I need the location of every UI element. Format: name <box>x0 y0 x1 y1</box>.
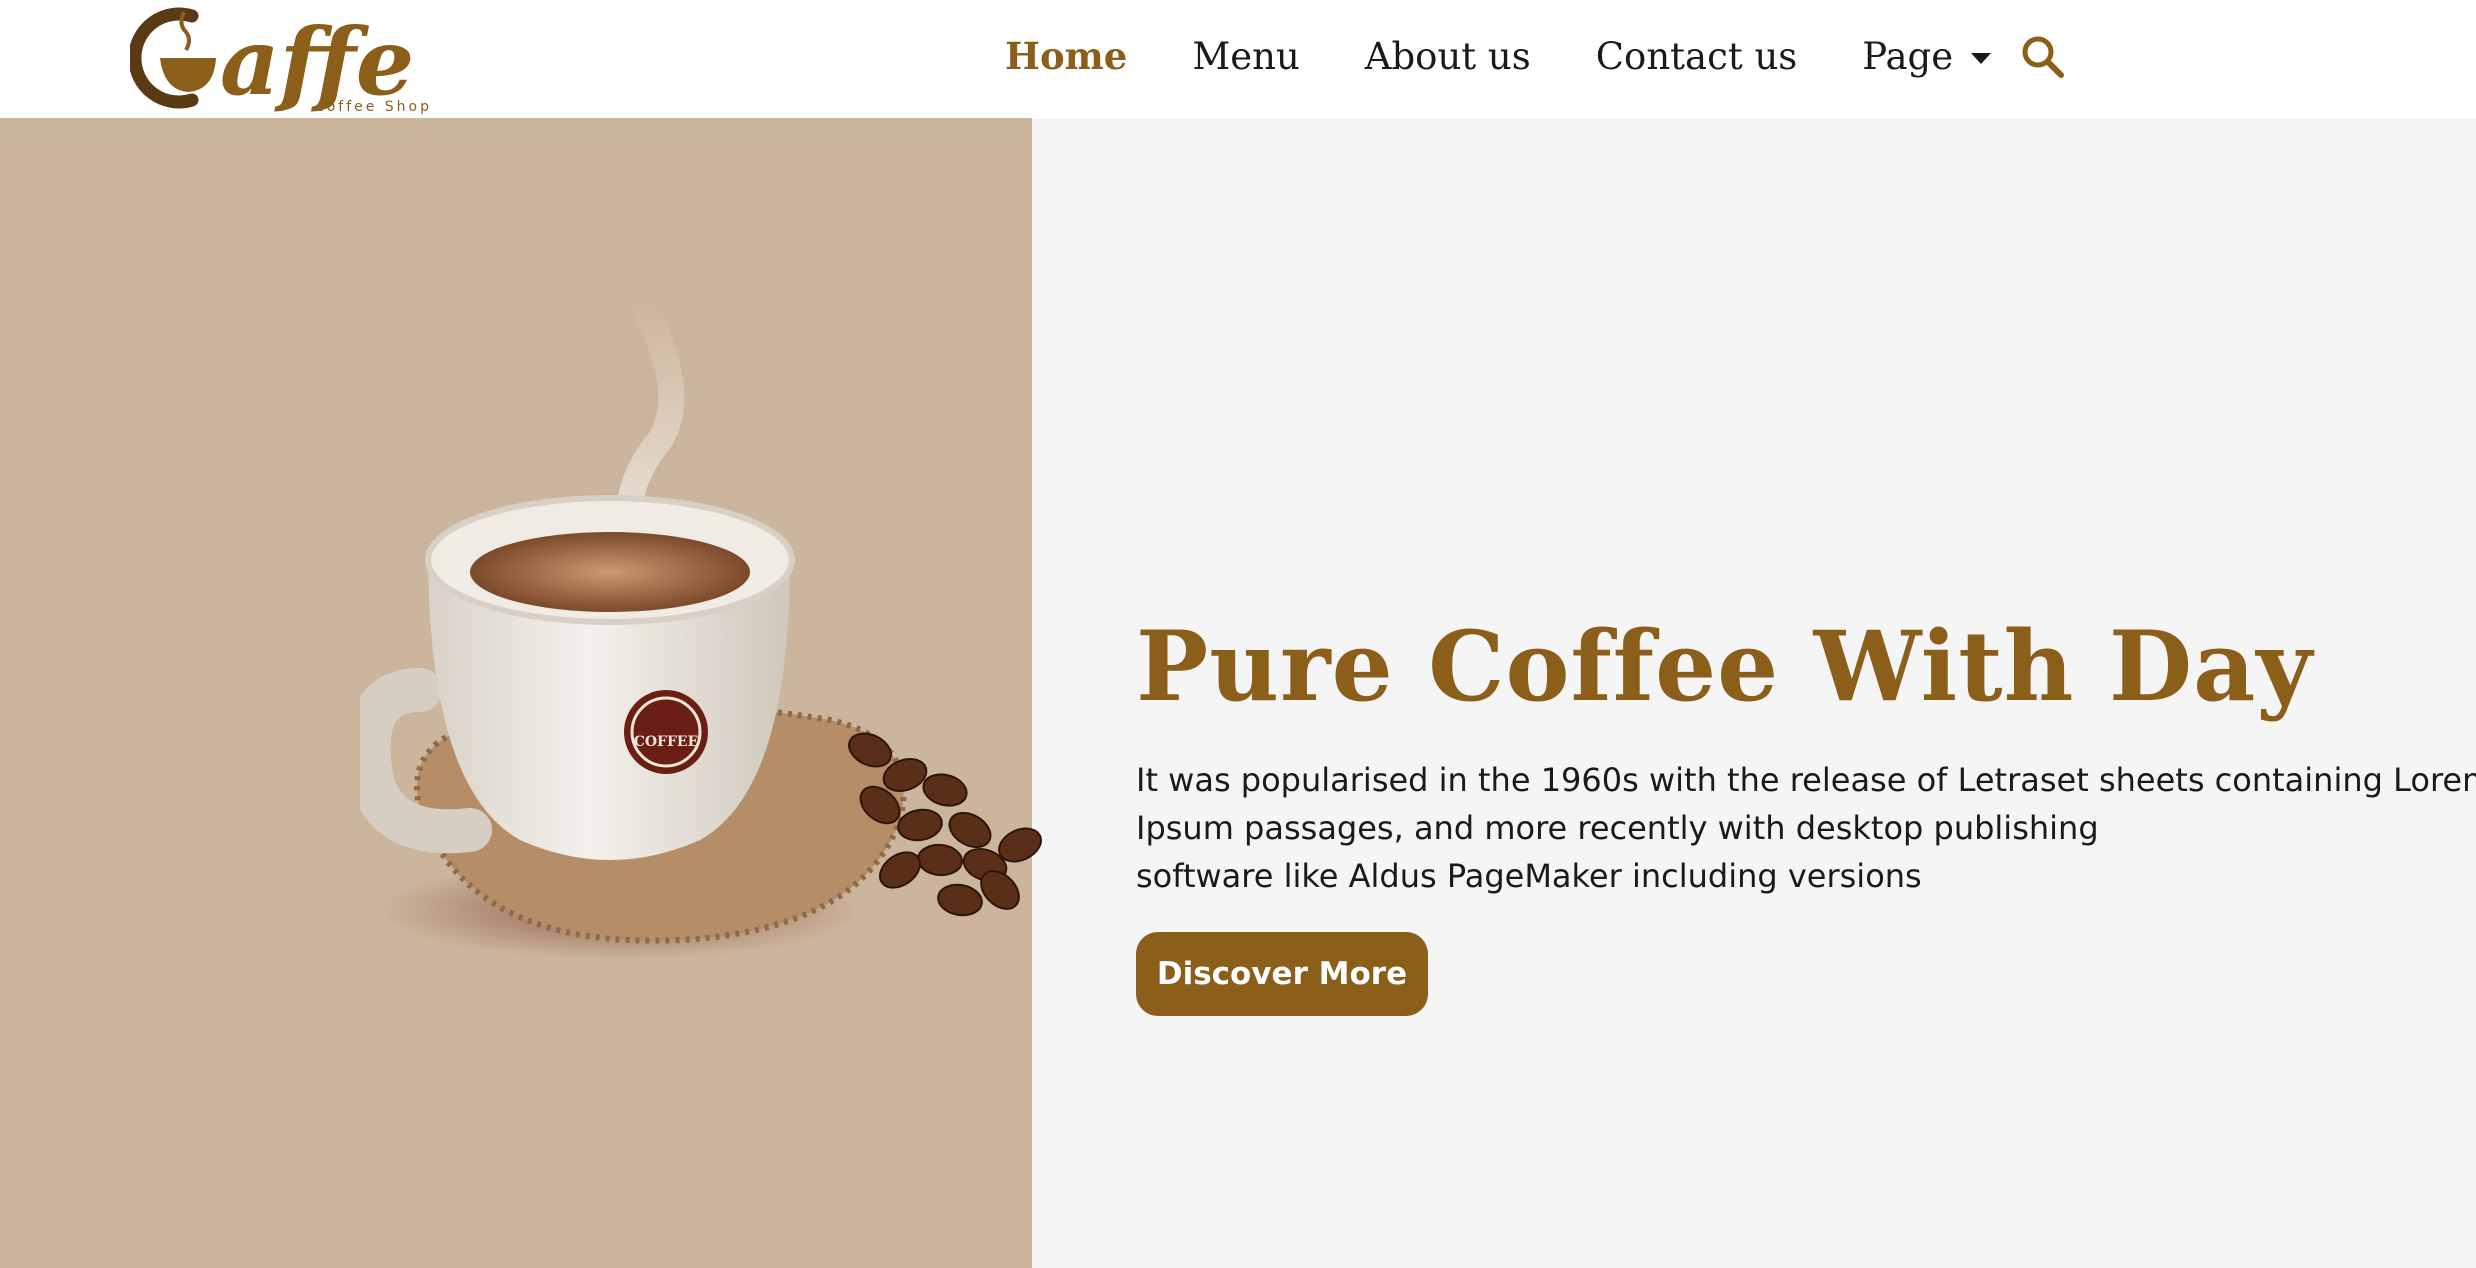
nav-page-label: Page <box>1862 34 1954 78</box>
hero-description-line-3: software like Aldus PageMaker including … <box>1136 857 1922 895</box>
caffe-logo[interactable]: affe coffee Shop <box>130 2 450 114</box>
hero-description: It was popularised in the 1960s with the… <box>1136 756 2476 900</box>
nav-page-dropdown[interactable]: Page <box>1862 34 1992 78</box>
nav-menu-label: Menu <box>1192 34 1300 78</box>
main-nav: Home Menu About us Contact us Page <box>1005 28 2056 84</box>
coffee-cup-image: COFFEE <box>360 250 1160 1010</box>
nav-home[interactable]: Home <box>1005 34 1127 78</box>
logo-image: affe coffee Shop <box>130 7 432 114</box>
nav-about-label: About us <box>1364 34 1531 78</box>
nav-home-label: Home <box>1005 34 1128 78</box>
search-icon <box>2022 36 2064 78</box>
hero-title: Pure Coffee With Day <box>1136 610 2314 723</box>
hero-description-line-2: Ipsum passages, and more recently with d… <box>1136 809 2099 847</box>
cup-badge-text: COFFEE <box>634 734 699 750</box>
search-button[interactable] <box>2018 32 2066 80</box>
nav-contact[interactable]: Contact us <box>1596 35 1798 78</box>
caret-down-icon <box>1971 52 1992 64</box>
nav-about[interactable]: About us <box>1365 35 1531 78</box>
site-header: affe coffee Shop Home Menu About us Cont… <box>0 0 2476 118</box>
nav-contact-label: Contact us <box>1595 34 1798 78</box>
discover-more-button[interactable]: Discover More <box>1136 932 1428 1016</box>
nav-menu[interactable]: Menu <box>1192 35 1299 78</box>
logo-tagline: coffee Shop <box>316 99 432 114</box>
hero-description-line-1: It was popularised in the 1960s with the… <box>1136 761 2476 799</box>
